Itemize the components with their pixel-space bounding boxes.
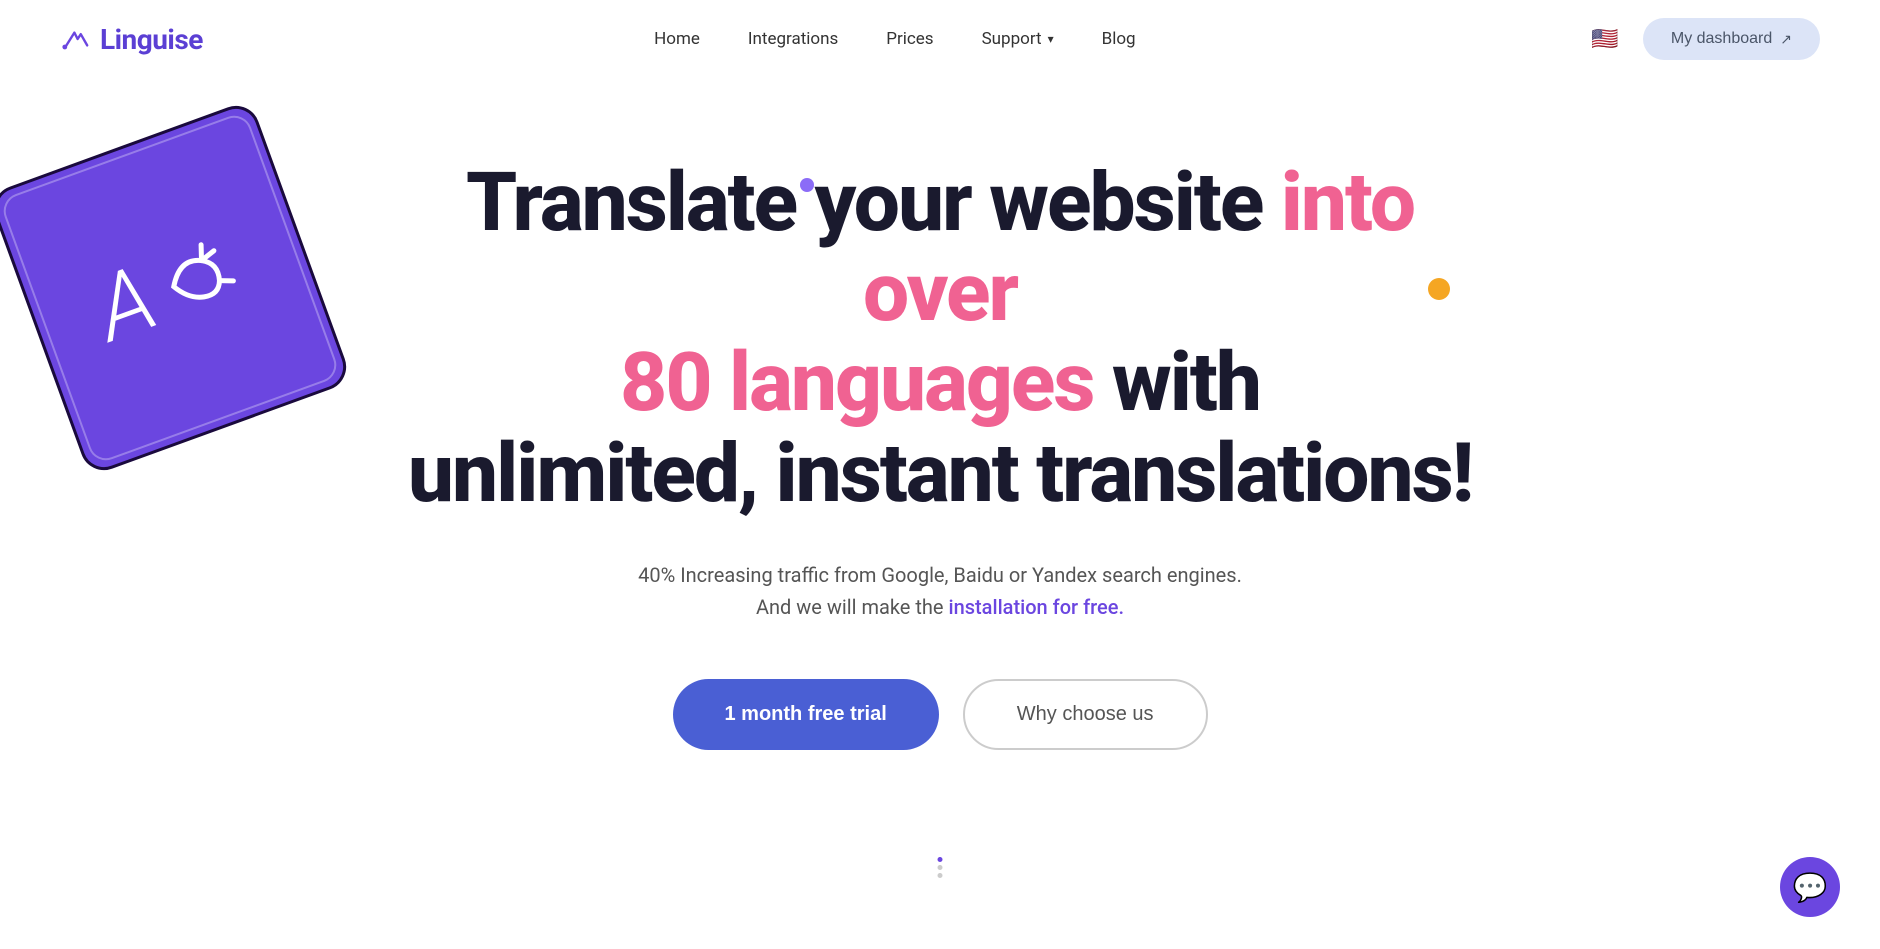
external-link-icon: ↗ bbox=[1780, 31, 1792, 48]
chevron-down-icon: ▾ bbox=[1048, 32, 1054, 46]
nav-support[interactable]: Support ▾ bbox=[982, 29, 1054, 49]
nav-home[interactable]: Home bbox=[654, 29, 700, 49]
chat-icon: 💬 bbox=[1793, 871, 1828, 904]
logo-icon bbox=[60, 23, 92, 55]
scroll-indicator bbox=[938, 857, 943, 878]
language-flag[interactable]: 🇺🇸 bbox=[1587, 21, 1623, 57]
hero-title-line2: 80 languages with bbox=[390, 338, 1490, 428]
chat-bubble[interactable]: 💬 bbox=[1780, 857, 1840, 917]
hero-subtitle-line1: 40% Increasing traffic from Google, Baid… bbox=[638, 559, 1242, 591]
hero-subtitle-link[interactable]: installation for free. bbox=[949, 595, 1125, 619]
hero-title-line3: unlimited, instant translations! bbox=[390, 429, 1490, 519]
hero-title: Translate your website into over 80 lang… bbox=[390, 158, 1490, 519]
hero-title-text1: Translate your website bbox=[466, 155, 1281, 251]
cta-buttons: 1 month free trial Why choose us bbox=[673, 679, 1208, 750]
dashboard-button[interactable]: My dashboard ↗ bbox=[1643, 18, 1820, 60]
hero-title-80: 80 languages bbox=[620, 335, 1093, 431]
hero-section: A Translate your website into over 80 la… bbox=[0, 78, 1880, 898]
nav-integrations[interactable]: Integrations bbox=[748, 29, 838, 49]
logo-text: Linguise bbox=[100, 23, 203, 56]
scroll-dot-1 bbox=[938, 857, 943, 862]
translate-icon-wrapper: A bbox=[30, 138, 310, 438]
free-trial-button[interactable]: 1 month free trial bbox=[673, 679, 939, 750]
navbar: Linguise Home Integrations Prices Suppor… bbox=[0, 0, 1880, 78]
translate-card: A bbox=[0, 99, 353, 477]
hero-title-with: with bbox=[1093, 335, 1260, 431]
hero-subtitle-line2: And we will make the installation for fr… bbox=[638, 591, 1242, 623]
scroll-dot-3 bbox=[938, 873, 943, 878]
hero-subtitle: 40% Increasing traffic from Google, Baid… bbox=[638, 559, 1242, 623]
translate-symbol: A bbox=[85, 220, 255, 355]
nav-blog[interactable]: Blog bbox=[1102, 29, 1136, 49]
hero-title-line1: Translate your website into over bbox=[390, 158, 1490, 338]
nav-prices[interactable]: Prices bbox=[886, 29, 933, 49]
translate-arrows-icon bbox=[140, 220, 255, 335]
nav-links: Home Integrations Prices Support ▾ Blog bbox=[654, 29, 1135, 49]
scroll-dots bbox=[938, 857, 943, 878]
nav-right: 🇺🇸 My dashboard ↗ bbox=[1587, 18, 1820, 60]
why-choose-us-button[interactable]: Why choose us bbox=[963, 679, 1208, 750]
logo[interactable]: Linguise bbox=[60, 23, 203, 56]
scroll-dot-2 bbox=[938, 865, 943, 870]
